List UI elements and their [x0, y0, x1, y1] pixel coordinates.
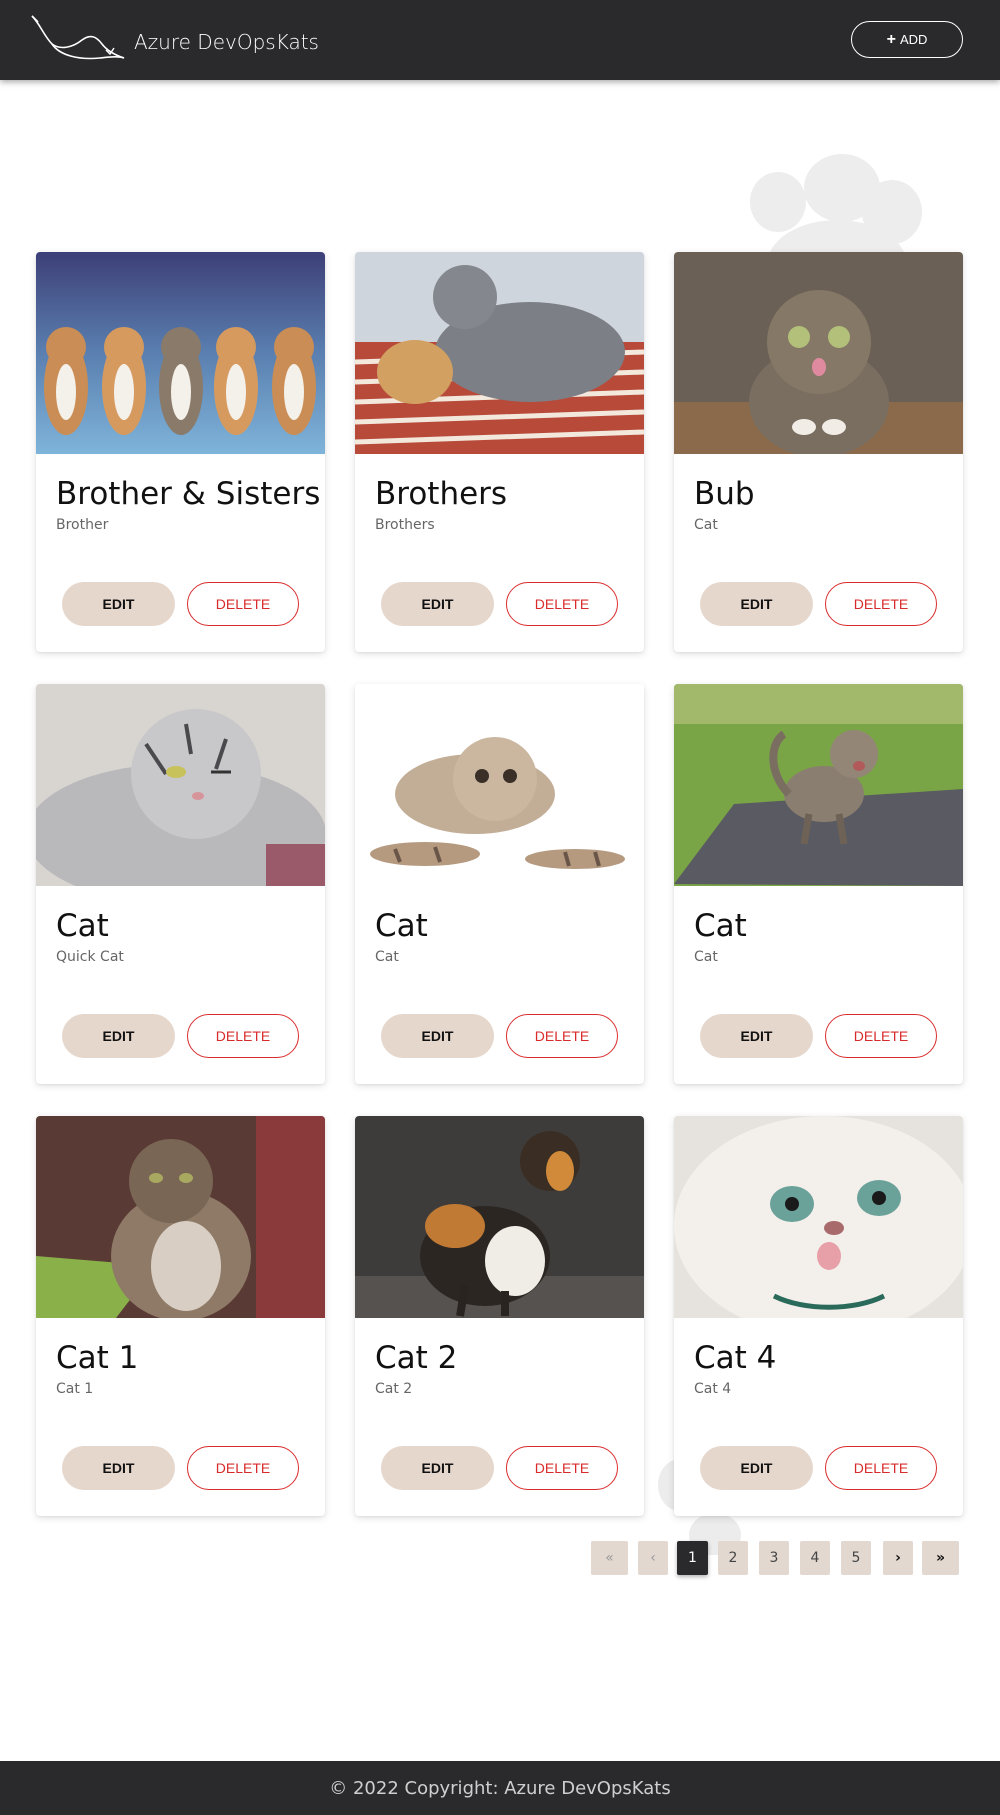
double-chevron-right-icon: »	[935, 1550, 946, 1566]
grey-and-ginger-cats-photo	[355, 252, 644, 454]
copyright-text: © 2022 Copyright: Azure DevOpsKats	[329, 1777, 671, 1799]
delete-button[interactable]: DELETE	[187, 1446, 299, 1490]
chevron-left-icon: ‹	[650, 1550, 656, 1566]
cat-card: Cat Cat EDIT DELETE	[674, 684, 963, 1084]
card-subtitle: Cat 4	[694, 1381, 732, 1397]
cat-card: Cat 2 Cat 2 EDIT DELETE	[355, 1116, 644, 1516]
page-button-5[interactable]: 5	[841, 1541, 871, 1575]
card-title: Cat	[375, 908, 428, 944]
edit-button[interactable]: EDIT	[381, 582, 494, 626]
tabby-cat-tongue-photo	[674, 252, 963, 454]
card-title: Brothers	[375, 476, 508, 512]
card-subtitle: Quick Cat	[56, 949, 124, 965]
delete-button[interactable]: DELETE	[506, 1446, 618, 1490]
kittens-row-photo	[36, 252, 325, 454]
delete-button[interactable]: DELETE	[825, 1014, 937, 1058]
card-subtitle: Cat	[694, 517, 718, 533]
card-title: Brother & Sisters	[56, 476, 321, 512]
double-chevron-left-icon: «	[605, 1550, 614, 1566]
cat-logo-icon	[31, 15, 125, 60]
card-subtitle: Cat	[694, 949, 718, 965]
cat-card: Brother & Sisters Brother EDIT DELETE	[36, 252, 325, 652]
page-button-3[interactable]: 3	[759, 1541, 789, 1575]
brand-name: Azure DevOpsKats	[134, 30, 319, 54]
cat-card: Cat 4 Cat 4 EDIT DELETE	[674, 1116, 963, 1516]
cat-card: Brothers Brothers EDIT DELETE	[355, 252, 644, 652]
edit-button[interactable]: EDIT	[62, 582, 175, 626]
delete-button[interactable]: DELETE	[825, 582, 937, 626]
cat-card: Cat Quick Cat EDIT DELETE	[36, 684, 325, 1084]
plus-icon: +	[886, 30, 896, 48]
card-subtitle: Brothers	[375, 517, 435, 533]
page-button-4[interactable]: 4	[800, 1541, 830, 1575]
edit-button[interactable]: EDIT	[700, 1446, 813, 1490]
kitten-on-grass-photo	[674, 684, 963, 886]
last-page-button[interactable]: »	[922, 1541, 959, 1575]
card-subtitle: Cat	[375, 949, 399, 965]
paw-print-icon	[750, 154, 922, 260]
card-title: Cat 4	[694, 1340, 777, 1376]
add-button-label: ADD	[899, 32, 928, 47]
delete-button[interactable]: DELETE	[506, 582, 618, 626]
prev-page-button[interactable]: ‹	[638, 1541, 668, 1575]
persian-cat-photo	[674, 1116, 963, 1318]
cat-grid: Brother & Sisters Brother EDIT DELETE Br…	[36, 252, 964, 1516]
calico-kitten-photo	[355, 1116, 644, 1318]
cat-card: Cat 1 Cat 1 EDIT DELETE	[36, 1116, 325, 1516]
delete-button[interactable]: DELETE	[825, 1446, 937, 1490]
card-title: Cat 1	[56, 1340, 139, 1376]
edit-button[interactable]: EDIT	[700, 1014, 813, 1058]
edit-button[interactable]: EDIT	[381, 1014, 494, 1058]
delete-button[interactable]: DELETE	[506, 1014, 618, 1058]
cat-card: Cat Cat EDIT DELETE	[355, 684, 644, 1084]
longhair-tabby-photo	[36, 1116, 325, 1318]
add-button[interactable]: + ADD	[851, 21, 963, 58]
next-page-button[interactable]: ›	[883, 1541, 913, 1575]
cat-card: Bub Cat EDIT DELETE	[674, 252, 963, 652]
navbar: Azure DevOpsKats + ADD	[0, 0, 1000, 80]
card-title: Cat 2	[375, 1340, 458, 1376]
card-subtitle: Brother	[56, 517, 109, 533]
card-title: Bub	[694, 476, 755, 512]
delete-button[interactable]: DELETE	[187, 582, 299, 626]
edit-button[interactable]: EDIT	[700, 582, 813, 626]
page-button-2[interactable]: 2	[718, 1541, 748, 1575]
card-title: Cat	[694, 908, 747, 944]
silver-tabby-wink-photo	[36, 684, 325, 886]
edit-button[interactable]: EDIT	[62, 1014, 175, 1058]
edit-button[interactable]: EDIT	[62, 1446, 175, 1490]
footer: © 2022 Copyright: Azure DevOpsKats	[0, 1761, 1000, 1815]
chevron-right-icon: ›	[895, 1550, 901, 1566]
page-button-1[interactable]: 1	[677, 1541, 708, 1575]
edit-button[interactable]: EDIT	[381, 1446, 494, 1490]
card-title: Cat	[56, 908, 109, 944]
card-subtitle: Cat 1	[56, 1381, 94, 1397]
delete-button[interactable]: DELETE	[187, 1014, 299, 1058]
kitten-stretch-photo	[355, 684, 644, 886]
first-page-button[interactable]: «	[591, 1541, 628, 1575]
card-subtitle: Cat 2	[375, 1381, 413, 1397]
brand[interactable]: Azure DevOpsKats	[30, 14, 319, 64]
